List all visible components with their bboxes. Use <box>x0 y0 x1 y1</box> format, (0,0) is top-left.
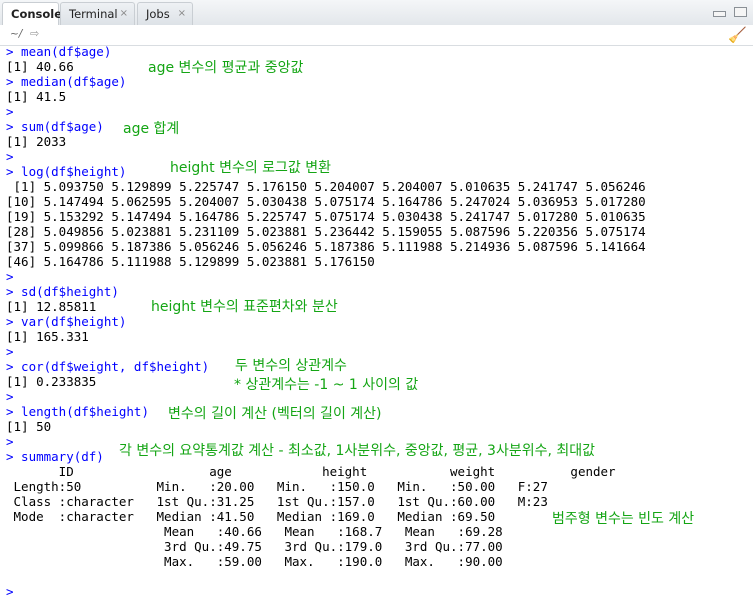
working-directory-path[interactable]: ~/ <box>10 28 22 40</box>
console-output-line: [37] 5.099866 5.187386 5.056246 5.056246… <box>6 239 646 254</box>
console-command-line: > var(df$height) <box>6 314 127 329</box>
console-output-line: Max. :59.00 Max. :190.0 Max. :90.00 <box>6 554 503 569</box>
annotation-note: 범주형 변수는 빈도 계산 <box>552 511 695 527</box>
console-output-line: 3rd Qu.:49.75 3rd Qu.:179.0 3rd Qu.:77.0… <box>6 539 503 554</box>
console-command-line: > summary(df) <box>6 449 104 464</box>
console-command-line: > mean(df$age) <box>6 44 112 59</box>
annotation-note: * 상관계수는 -1 ~ 1 사이의 값 <box>234 377 419 393</box>
annotation-note: age 변수의 평균과 중앙값 <box>148 60 304 76</box>
console-command-line: > <box>6 584 14 599</box>
maximize-pane-icon[interactable] <box>734 7 747 17</box>
console-output-line: [46] 5.164786 5.111988 5.129899 5.023881… <box>6 254 375 269</box>
annotation-note: 변수의 길이 계산 (벡터의 길이 계산) <box>168 406 382 422</box>
console-tab-bar: Console Terminal × Jobs × <box>0 0 753 26</box>
console-output-line: [1] 2033 <box>6 134 67 149</box>
tab-console[interactable]: Console <box>2 2 63 26</box>
annotation-note: height 변수의 표준편차와 분산 <box>151 299 338 315</box>
tab-jobs[interactable]: Jobs × <box>137 2 193 25</box>
console-output-line: [19] 5.153292 5.147494 5.164786 5.225747… <box>6 209 646 224</box>
console-command-line: > <box>6 344 14 359</box>
console-output-line: [1] 50 <box>6 419 52 434</box>
clear-console-icon[interactable]: 🧹 <box>728 26 747 44</box>
close-icon[interactable]: × <box>178 3 186 25</box>
console-output-line: [28] 5.049856 5.023881 5.231109 5.023881… <box>6 224 646 239</box>
close-icon[interactable]: × <box>120 3 128 25</box>
console-output-line: [1] 41.5 <box>6 89 67 104</box>
console-output-line: [1] 0.233835 <box>6 374 97 389</box>
tab-console-label: Console <box>11 7 63 21</box>
minimize-pane-icon[interactable] <box>712 11 726 17</box>
console-command-line: > sd(df$height) <box>6 284 119 299</box>
console-output-line: Class :character 1st Qu.:31.25 1st Qu.:1… <box>6 494 548 509</box>
console-command-line: > length(df$height) <box>6 404 149 419</box>
console-output-line: [1] 5.093750 5.129899 5.225747 5.176150 … <box>6 179 646 194</box>
annotation-note: height 변수의 로그값 변환 <box>170 160 332 176</box>
console-output-line: [1] 40.66 <box>6 59 74 74</box>
tab-terminal-label: Terminal <box>69 7 118 21</box>
console-command-line: > <box>6 149 14 164</box>
console-output-line: Length:50 Min. :20.00 Min. :150.0 Min. :… <box>6 479 548 494</box>
console-output-line: [10] 5.147494 5.062595 5.204007 5.030438… <box>6 194 646 209</box>
console-command-line: > <box>6 434 14 449</box>
console-output[interactable]: > mean(df$age) [1] 40.66 > median(df$age)[… <box>0 44 753 599</box>
console-command-line: > <box>6 104 14 119</box>
console-output-line: Mode :character Median :41.50 Median :16… <box>6 509 496 524</box>
console-output-line: [1] 165.331 <box>6 329 89 344</box>
console-command-line: > cor(df$weight, df$height) <box>6 359 210 374</box>
console-output-line: [1] 12.85811 <box>6 299 97 314</box>
working-directory-bar: ~/ ⇨ 🧹 <box>0 25 753 46</box>
console-command-line: > log(df$height) <box>6 164 127 179</box>
console-command-line: > sum(df$age) <box>6 119 104 134</box>
console-command-line: > <box>6 389 14 404</box>
console-output-line: Mean :40.66 Mean :168.7 Mean :69.28 <box>6 524 503 539</box>
annotation-note: 각 변수의 요약통계값 계산 - 최소값, 1사분위수, 중앙값, 평균, 3사… <box>119 443 596 459</box>
pane-window-controls <box>710 7 747 26</box>
console-output-line: ID age height weight gender <box>6 464 616 479</box>
console-command-line: > <box>6 269 14 284</box>
go-to-directory-icon[interactable]: ⇨ <box>30 27 39 40</box>
console-command-line: > median(df$age) <box>6 74 127 89</box>
annotation-note: age 합계 <box>123 121 180 137</box>
annotation-note: 두 변수의 상관계수 <box>235 358 347 374</box>
tab-terminal[interactable]: Terminal × <box>60 2 135 25</box>
tab-jobs-label: Jobs <box>146 7 170 21</box>
